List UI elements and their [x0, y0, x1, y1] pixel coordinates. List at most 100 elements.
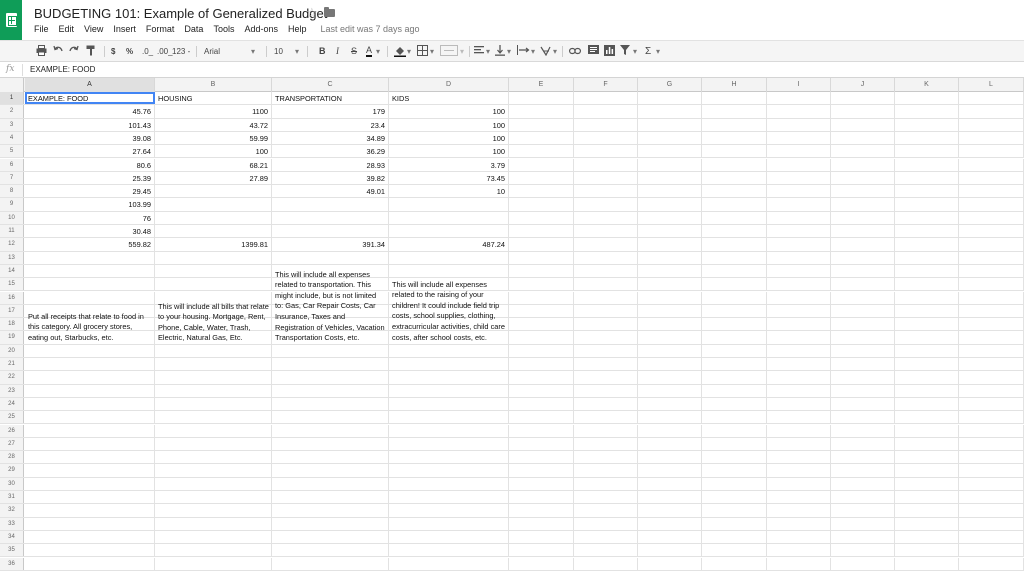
- cell-d3[interactable]: 100: [389, 118, 509, 131]
- cell-c7[interactable]: 39.82: [272, 171, 389, 185]
- cell-k26[interactable]: [895, 424, 959, 437]
- chevron-down-icon[interactable]: ▾: [507, 45, 511, 58]
- cell-a29[interactable]: [25, 464, 155, 477]
- cell-d1[interactable]: KIDS: [389, 92, 509, 105]
- cell-d7[interactable]: 73.45: [389, 171, 509, 185]
- cell-d34[interactable]: [389, 530, 509, 544]
- cell-g25[interactable]: [638, 411, 702, 424]
- cell-b12[interactable]: 1399.81: [155, 238, 272, 251]
- cell-a30[interactable]: [25, 477, 155, 490]
- cell-e34[interactable]: [509, 530, 574, 544]
- cell-j27[interactable]: [831, 437, 895, 451]
- cell-l13[interactable]: [959, 251, 1024, 264]
- cell-d5[interactable]: 100: [389, 145, 509, 158]
- cell-k20[interactable]: [895, 344, 959, 357]
- cell-f8[interactable]: [574, 185, 638, 198]
- cell-c9[interactable]: [272, 198, 389, 211]
- cell-a11[interactable]: 30.48: [25, 225, 155, 238]
- cell-b14[interactable]: [155, 264, 272, 278]
- cell-c30[interactable]: [272, 477, 389, 490]
- cell-e18[interactable]: [509, 318, 574, 331]
- cell-l15[interactable]: [959, 278, 1024, 291]
- cell-d6[interactable]: 3.79: [389, 158, 509, 171]
- cell-g20[interactable]: [638, 344, 702, 357]
- cell-j4[interactable]: [831, 131, 895, 145]
- cell-g9[interactable]: [638, 198, 702, 211]
- cell-h1[interactable]: [702, 92, 767, 105]
- decrease-decimal-button[interactable]: .0_: [142, 45, 153, 58]
- cell-e20[interactable]: [509, 344, 574, 357]
- cell-g16[interactable]: [638, 291, 702, 304]
- cell-c4[interactable]: 34.89: [272, 131, 389, 145]
- percent-format-button[interactable]: %: [126, 45, 133, 58]
- cell-h26[interactable]: [702, 424, 767, 437]
- increase-decimal-button[interactable]: .00_: [157, 45, 173, 58]
- cell-i24[interactable]: [767, 397, 831, 411]
- cell-l34[interactable]: [959, 530, 1024, 544]
- cell-f6[interactable]: [574, 158, 638, 171]
- cell-l30[interactable]: [959, 477, 1024, 490]
- cell-i16[interactable]: [767, 291, 831, 304]
- cell-j10[interactable]: [831, 211, 895, 224]
- borders-icon[interactable]: [417, 45, 428, 58]
- column-header-c[interactable]: C: [272, 78, 389, 92]
- cell-c6[interactable]: 28.93: [272, 158, 389, 171]
- cell-d8[interactable]: 10: [389, 185, 509, 198]
- row-header[interactable]: 20: [0, 344, 24, 357]
- row-header[interactable]: 13: [0, 251, 24, 264]
- cell-i32[interactable]: [767, 504, 831, 517]
- cell-l35[interactable]: [959, 544, 1024, 557]
- cell-j5[interactable]: [831, 145, 895, 158]
- cell-e29[interactable]: [509, 464, 574, 477]
- cell-c36[interactable]: [272, 557, 389, 570]
- cell-g7[interactable]: [638, 171, 702, 185]
- row-header[interactable]: 36: [0, 557, 24, 570]
- cell-b33[interactable]: [155, 517, 272, 530]
- cell-d33[interactable]: [389, 517, 509, 530]
- cell-g31[interactable]: [638, 491, 702, 504]
- cell-h22[interactable]: [702, 371, 767, 384]
- cell-i25[interactable]: [767, 411, 831, 424]
- row-header[interactable]: 4: [0, 131, 24, 145]
- cell-h17[interactable]: [702, 304, 767, 318]
- cell-f4[interactable]: [574, 131, 638, 145]
- cell-k29[interactable]: [895, 464, 959, 477]
- undo-icon[interactable]: [53, 45, 63, 58]
- cell-b13[interactable]: [155, 251, 272, 264]
- cell-f22[interactable]: [574, 371, 638, 384]
- cell-i5[interactable]: [767, 145, 831, 158]
- cell-c29[interactable]: [272, 464, 389, 477]
- folder-icon[interactable]: [324, 7, 335, 17]
- cell-k3[interactable]: [895, 118, 959, 131]
- row-header[interactable]: 2: [0, 105, 24, 118]
- cell-k33[interactable]: [895, 517, 959, 530]
- cell-i36[interactable]: [767, 557, 831, 570]
- cell-k19[interactable]: [895, 331, 959, 344]
- fill-color-icon[interactable]: [394, 45, 406, 58]
- cell-b30[interactable]: [155, 477, 272, 490]
- cell-i28[interactable]: [767, 451, 831, 464]
- cell-e10[interactable]: [509, 211, 574, 224]
- row-header[interactable]: 23: [0, 384, 24, 397]
- row-header[interactable]: 1: [0, 92, 24, 105]
- cell-c13[interactable]: [272, 251, 389, 264]
- row-header[interactable]: 31: [0, 491, 24, 504]
- row-header[interactable]: 33: [0, 517, 24, 530]
- cell-g12[interactable]: [638, 238, 702, 251]
- cell-i4[interactable]: [767, 131, 831, 145]
- cell-h10[interactable]: [702, 211, 767, 224]
- cell-h16[interactable]: [702, 291, 767, 304]
- cell-j21[interactable]: [831, 358, 895, 371]
- cell-f36[interactable]: [574, 557, 638, 570]
- cell-f15[interactable]: [574, 278, 638, 291]
- chevron-down-icon[interactable]: ▾: [407, 45, 411, 58]
- cell-e24[interactable]: [509, 397, 574, 411]
- cell-j33[interactable]: [831, 517, 895, 530]
- cell-d21[interactable]: [389, 358, 509, 371]
- cell-l25[interactable]: [959, 411, 1024, 424]
- cell-j9[interactable]: [831, 198, 895, 211]
- cell-d4[interactable]: 100: [389, 131, 509, 145]
- strikethrough-button[interactable]: S: [351, 45, 357, 58]
- cell-a9[interactable]: 103.99: [25, 198, 155, 211]
- column-header-d[interactable]: D: [389, 78, 509, 92]
